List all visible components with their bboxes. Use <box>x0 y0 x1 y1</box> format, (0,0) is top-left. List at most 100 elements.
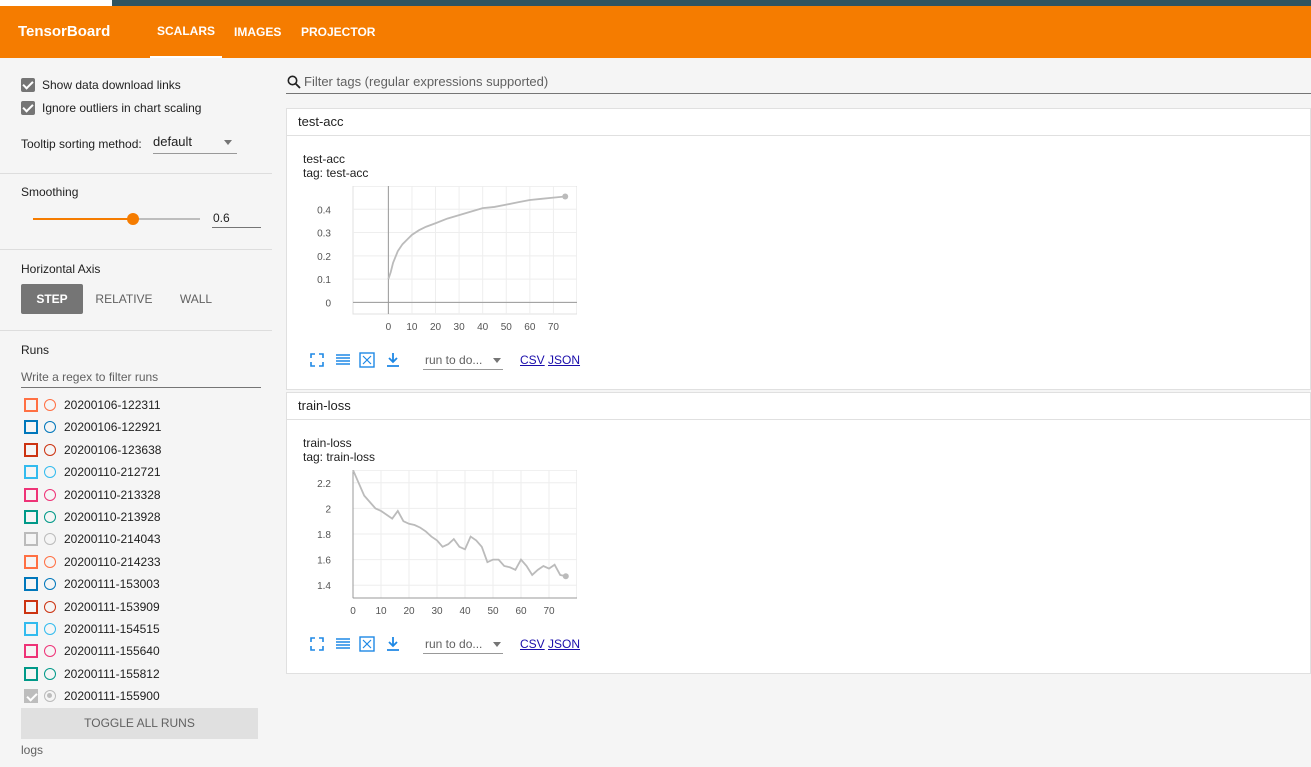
run-radio[interactable] <box>44 578 56 591</box>
smoothing-slider[interactable] <box>33 213 200 225</box>
run-radio[interactable] <box>44 690 56 703</box>
run-checkbox[interactable] <box>24 510 38 524</box>
tab-images[interactable]: IMAGES <box>234 6 281 58</box>
app-brand: TensorBoard <box>18 23 111 40</box>
download-icon[interactable] <box>385 352 401 368</box>
run-checkbox[interactable] <box>24 420 38 435</box>
category-pane-train-loss: train-loss tag: train-loss 0 10 20 30 40 50 60… <box>286 420 1311 674</box>
chart-y-tick-label: 0.1 <box>317 275 331 286</box>
chevron-down-icon <box>224 140 232 145</box>
run-name: 20200106-123638 <box>64 442 162 457</box>
log-scale-icon[interactable] <box>335 352 351 368</box>
chart-y-tick-label: 0 <box>325 298 331 309</box>
run-radio[interactable] <box>44 645 56 658</box>
run-radio[interactable] <box>44 443 56 456</box>
run-filter-input[interactable]: Write a regex to filter runs <box>21 368 261 388</box>
tooltip-sorting-dropdown[interactable]: default <box>153 134 237 154</box>
toggle-all-runs-button[interactable]: TOGGLE ALL RUNS <box>21 708 258 739</box>
run-item[interactable]: 20200106-123638 <box>24 441 264 461</box>
main-panel: Filter tags (regular expressions support… <box>272 58 1311 767</box>
run-radio[interactable] <box>44 421 56 434</box>
run-radio[interactable] <box>44 533 56 546</box>
json-download-link[interactable]: JSON <box>548 637 580 651</box>
smoothing-slider-knob[interactable] <box>127 213 140 225</box>
run-radio[interactable] <box>44 667 56 680</box>
run-item[interactable]: 20200106-122311 <box>24 396 264 416</box>
run-checkbox[interactable] <box>24 532 38 547</box>
axis-relative-button[interactable]: RELATIVE <box>90 284 158 314</box>
run-checkbox[interactable] <box>24 599 38 614</box>
log-scale-icon[interactable] <box>335 636 351 652</box>
run-select-dropdown[interactable]: run to do... <box>423 352 503 370</box>
chart-x-tick-label: 60 <box>524 322 536 333</box>
csv-download-link[interactable]: CSV <box>520 637 545 651</box>
tag-filter-input[interactable]: Filter tags (regular expressions support… <box>286 72 1311 94</box>
run-checkbox[interactable] <box>24 689 38 704</box>
chart-x-tick-label: 0 <box>386 322 392 333</box>
run-checkbox[interactable] <box>24 442 38 457</box>
tab-projector[interactable]: PROJECTOR <box>301 6 375 58</box>
run-radio[interactable] <box>44 623 56 635</box>
app-header: TensorBoard SCALARS IMAGES PROJECTOR <box>0 6 1311 58</box>
tab-scalars[interactable]: SCALARS <box>150 6 222 58</box>
run-item[interactable]: 20200111-153003 <box>24 575 264 595</box>
show-download-links-checkbox[interactable] <box>21 78 35 92</box>
axis-step-button[interactable]: STEP <box>21 284 83 314</box>
fit-domain-icon[interactable] <box>359 636 375 652</box>
run-item[interactable]: 20200110-214043 <box>24 530 264 550</box>
run-name: 20200111-155812 <box>64 666 160 681</box>
run-checkbox[interactable] <box>24 487 38 502</box>
run-radio[interactable] <box>44 399 56 411</box>
horizontal-axis-label: Horizontal Axis <box>21 262 101 276</box>
run-radio[interactable] <box>44 488 56 501</box>
run-filter-placeholder: Write a regex to filter runs <box>21 370 159 384</box>
chart-card-tag: tag: train-loss <box>303 450 376 464</box>
run-item[interactable]: 20200110-213928 <box>24 508 264 528</box>
run-name: 20200110-212721 <box>64 465 161 480</box>
run-item[interactable]: 20200110-213328 <box>24 486 264 506</box>
download-icon[interactable] <box>385 636 401 652</box>
run-checkbox[interactable] <box>24 666 38 681</box>
run-checkbox[interactable] <box>24 644 38 659</box>
run-checkbox[interactable] <box>24 622 38 636</box>
category-name: test-acc <box>298 114 344 129</box>
chevron-down-icon <box>493 642 501 647</box>
expand-icon[interactable] <box>309 352 325 368</box>
run-checkbox[interactable] <box>24 577 38 592</box>
run-radio[interactable] <box>44 600 56 613</box>
category-header-test-acc[interactable]: test-acc <box>286 108 1311 136</box>
csv-download-link[interactable]: CSV <box>520 353 545 367</box>
run-checkbox[interactable] <box>24 465 38 480</box>
tag-filter-placeholder: Filter tags (regular expressions support… <box>304 74 549 89</box>
json-download-link[interactable]: JSON <box>548 353 580 367</box>
smoothing-input[interactable]: 0.6 <box>212 208 261 228</box>
scalar-chart-test-acc[interactable]: 0 10 20 30 40 50 60 70 0 0.1 0.2 0.3 0.4 <box>297 186 577 346</box>
chart-x-tick-label: 70 <box>548 322 560 333</box>
run-name: 20200111-153909 <box>64 599 160 614</box>
chart-last-point <box>562 193 569 200</box>
fit-domain-icon[interactable] <box>359 352 375 368</box>
run-item[interactable]: 20200111-153909 <box>24 598 264 618</box>
run-name: 20200111-153003 <box>64 577 160 592</box>
run-item[interactable]: 20200110-214233 <box>24 553 264 573</box>
run-item[interactable]: 20200111-155640 <box>24 642 264 662</box>
run-radio[interactable] <box>44 511 56 523</box>
run-radio[interactable] <box>44 466 56 479</box>
run-radio[interactable] <box>44 555 56 568</box>
scalar-chart-train-loss[interactable]: 0 10 20 30 40 50 60 70 1.4 1.6 1.8 2 2.2 <box>297 470 577 630</box>
run-item[interactable]: 20200111-155812 <box>24 665 264 685</box>
chart-y-tick-label: 1.4 <box>317 581 331 592</box>
runs-label: Runs <box>21 343 50 357</box>
axis-wall-button[interactable]: WALL <box>168 284 224 314</box>
run-item[interactable]: 20200111-154515 <box>24 620 264 640</box>
ignore-outliers-checkbox[interactable] <box>21 101 35 115</box>
run-checkbox[interactable] <box>24 398 38 412</box>
run-item[interactable]: 20200111-155900 <box>24 687 264 707</box>
run-select-dropdown[interactable]: run to do... <box>423 636 503 654</box>
run-checkbox[interactable] <box>24 554 38 569</box>
run-item[interactable]: 20200106-122921 <box>24 418 264 438</box>
category-header-train-loss[interactable]: train-loss <box>286 392 1311 420</box>
run-item[interactable]: 20200110-212721 <box>24 463 264 483</box>
run-name: 20200110-213928 <box>64 510 161 524</box>
expand-icon[interactable] <box>309 636 325 652</box>
